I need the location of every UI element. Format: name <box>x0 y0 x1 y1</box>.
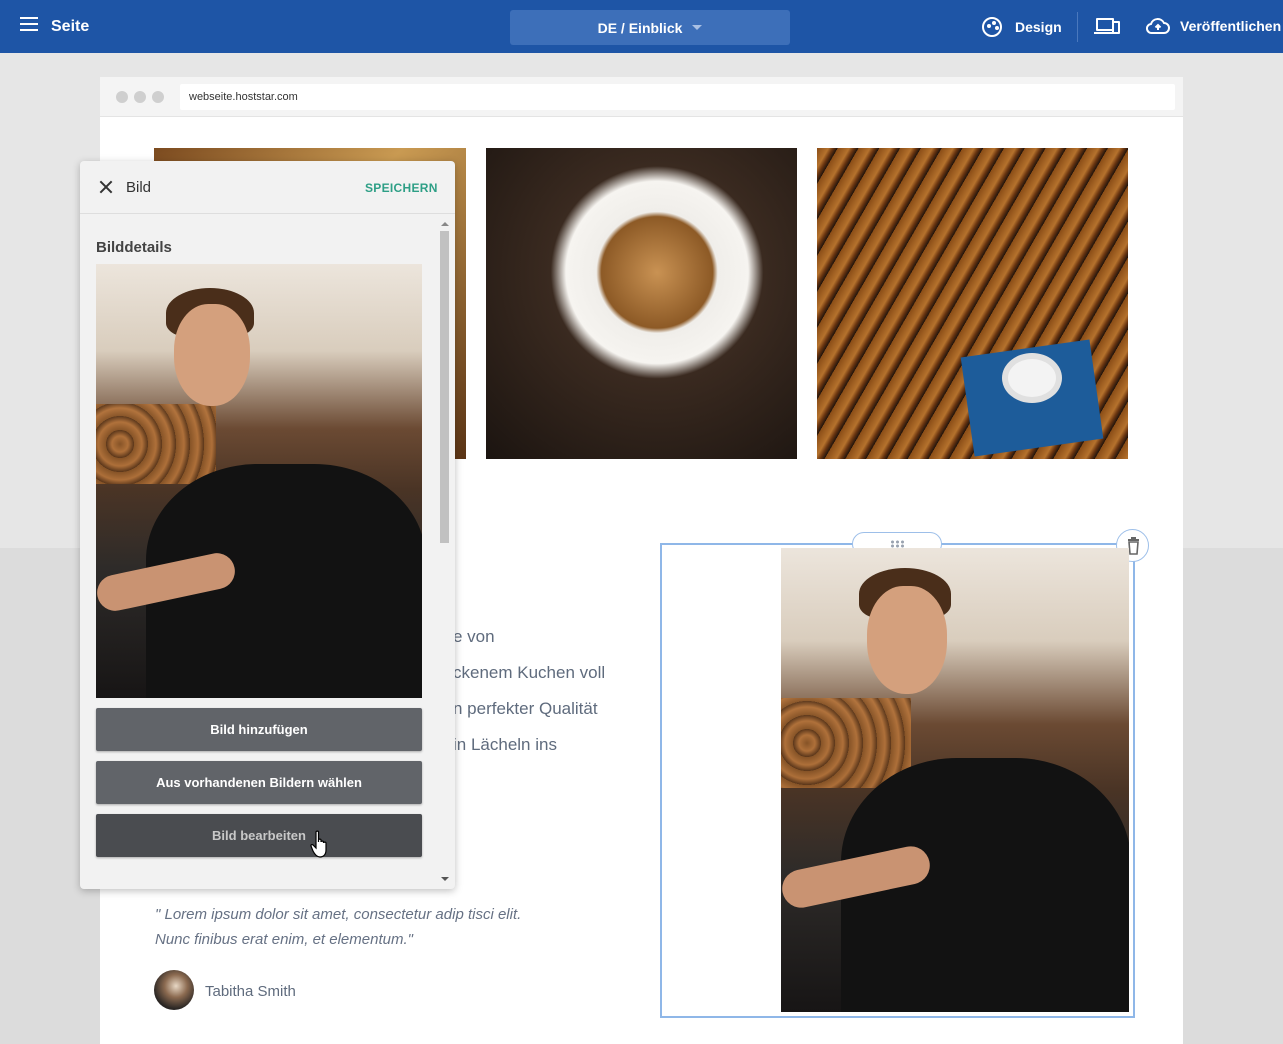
close-icon[interactable] <box>98 179 114 195</box>
body-text-line[interactable]: n perfekter Qualität <box>453 699 598 719</box>
panel-title: Bild <box>126 179 152 196</box>
cloud-upload-icon <box>1146 18 1170 34</box>
section-label: Bilddetails <box>96 239 172 256</box>
hand-cursor-icon <box>310 830 327 858</box>
publish-button[interactable]: Veröffentlichen <box>1146 17 1281 35</box>
choose-existing-image-button[interactable]: Aus vorhandenen Bildern wählen <box>96 761 422 804</box>
testimonial-author[interactable]: Tabitha Smith <box>205 983 296 1000</box>
gallery-image-latte[interactable] <box>486 148 797 459</box>
scroll-down-icon[interactable] <box>441 877 449 881</box>
design-button[interactable]: Design <box>982 17 1062 37</box>
url-bar: webseite.hoststar.com <box>180 84 1175 110</box>
save-button[interactable]: SPEICHERN <box>365 181 438 195</box>
edit-image-button[interactable]: Bild bearbeiten <box>96 814 422 857</box>
window-dot <box>134 91 146 103</box>
design-button-label: Design <box>1015 19 1062 35</box>
language-page-selector[interactable]: DE / Einblick <box>510 10 790 45</box>
body-text-line[interactable]: ckenem Kuchen voll <box>453 663 605 683</box>
window-dot <box>116 91 128 103</box>
image-preview <box>96 264 422 698</box>
menu-icon[interactable] <box>20 17 40 37</box>
publish-button-label: Veröffentlichen <box>1180 18 1282 34</box>
scrollbar-thumb[interactable] <box>440 231 449 543</box>
gallery-image-chair[interactable] <box>817 148 1128 459</box>
devices-icon[interactable] <box>1094 18 1122 36</box>
scroll-up-icon[interactable] <box>441 222 449 226</box>
panel-header: Bild SPEICHERN <box>80 161 455 214</box>
add-image-button[interactable]: Bild hinzufügen <box>96 708 422 751</box>
page-menu-label[interactable]: Seite <box>51 18 89 36</box>
drag-handle-icon <box>890 540 904 548</box>
body-text-line[interactable]: in Lächeln ins <box>453 735 557 755</box>
chevron-down-icon <box>692 25 703 30</box>
image-settings-panel: Bild SPEICHERN Bilddetails Bild hinzufüg… <box>80 161 455 889</box>
body-text-line[interactable]: e von <box>453 627 495 647</box>
panel-scrollbar[interactable] <box>440 217 450 885</box>
language-page-selector-label: DE / Einblick <box>597 19 683 36</box>
window-dot <box>152 91 164 103</box>
testimonial-quote[interactable]: " Lorem ipsum dolor sit amet, consectetu… <box>155 902 555 952</box>
avatar <box>154 970 194 1010</box>
palette-icon <box>982 17 1002 37</box>
selected-image-barista[interactable] <box>781 548 1129 1012</box>
toolbar-divider <box>1077 12 1078 42</box>
top-bar: Seite DE / Einblick Design Veröffentlich… <box>0 0 1283 53</box>
browser-chrome: webseite.hoststar.com <box>100 77 1183 117</box>
